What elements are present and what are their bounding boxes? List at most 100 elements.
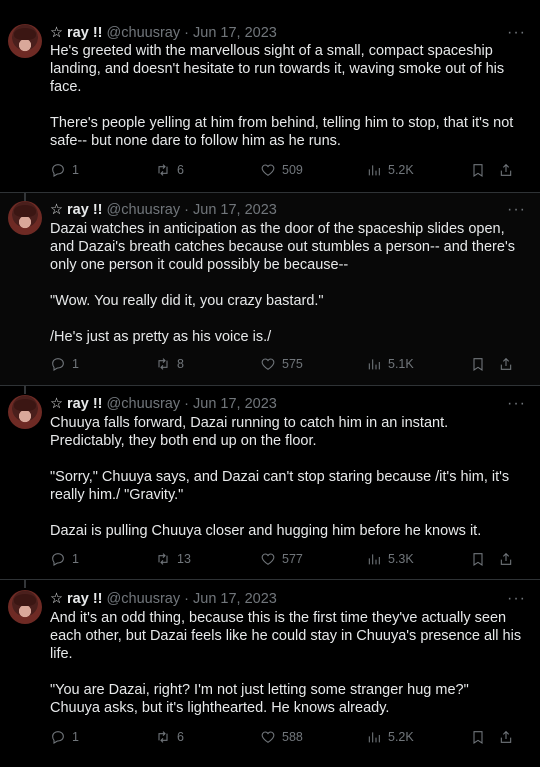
avatar[interactable] (8, 24, 42, 58)
tweet-3[interactable]: ☆ ray !! @chuusray · Jun 17, 2023 ··· Ch… (0, 386, 540, 580)
analytics-icon (368, 554, 380, 565)
repost-button[interactable]: 6 (155, 162, 184, 178)
tweet-text: Dazai watches in anticipation as the doo… (50, 220, 522, 346)
tweet-paragraph: "Wow. You really did it, you crazy basta… (50, 293, 324, 309)
tweet-header: ☆ ray !! @chuusray · Jun 17, 2023 (50, 590, 526, 608)
reply-icon (52, 553, 64, 566)
share-icon (500, 730, 512, 743)
views-button[interactable]: 5.1K (366, 356, 414, 372)
avatar[interactable] (8, 395, 42, 429)
like-count: 588 (282, 730, 303, 744)
reply-icon (52, 164, 64, 177)
reply-button[interactable]: 1 (50, 162, 79, 178)
reply-button[interactable]: 1 (50, 729, 79, 745)
analytics-icon (368, 359, 380, 370)
avatar[interactable] (8, 590, 42, 624)
view-count: 5.1K (388, 357, 414, 371)
handle[interactable]: @chuusray (107, 591, 181, 607)
repost-count: 6 (177, 730, 184, 744)
tweet-2[interactable]: ☆ ray !! @chuusray · Jun 17, 2023 ··· Da… (0, 193, 540, 386)
tweet-paragraph: "You are Dazai, right? I'm not just lett… (50, 682, 469, 716)
like-button[interactable]: 509 (260, 162, 303, 178)
separator-dot: · (184, 25, 189, 41)
display-name[interactable]: ☆ ray !! (50, 25, 103, 41)
share-button[interactable] (498, 729, 514, 745)
tweet-paragraph: Dazai is pulling Chuuya closer and huggi… (50, 523, 482, 539)
like-button[interactable]: 577 (260, 551, 303, 567)
timestamp[interactable]: Jun 17, 2023 (193, 202, 277, 218)
heart-icon (261, 358, 275, 370)
display-name[interactable]: ☆ ray !! (50, 591, 103, 607)
tweet-4[interactable]: ☆ ray !! @chuusray · Jun 17, 2023 ··· An… (0, 580, 540, 767)
handle[interactable]: @chuusray (107, 396, 181, 412)
more-options-icon[interactable]: ··· (507, 396, 526, 412)
reply-button[interactable]: 1 (50, 356, 79, 372)
heart-icon (261, 164, 275, 176)
reply-count: 1 (72, 552, 79, 566)
handle[interactable]: @chuusray (107, 25, 181, 41)
like-count: 575 (282, 357, 303, 371)
like-button[interactable]: 588 (260, 729, 303, 745)
reply-icon (52, 731, 64, 744)
bookmark-icon (473, 553, 483, 566)
bookmark-icon (473, 164, 483, 177)
share-icon (500, 552, 512, 565)
tweet-actions: 1 13 577 5.3K (50, 551, 528, 569)
timestamp[interactable]: Jun 17, 2023 (193, 591, 277, 607)
bookmark-button[interactable] (470, 356, 486, 372)
tweet-actions: 1 6 588 5.2K (50, 729, 528, 747)
reply-button[interactable]: 1 (50, 551, 79, 567)
tweet-paragraph: /He's just as pretty as his voice is./ (50, 329, 272, 345)
reply-count: 1 (72, 730, 79, 744)
more-options-icon[interactable]: ··· (507, 202, 526, 218)
repost-icon (158, 553, 168, 565)
share-button[interactable] (498, 356, 514, 372)
more-options-icon[interactable]: ··· (507, 591, 526, 607)
tweet-paragraph: Chuuya falls forward, Dazai running to c… (50, 415, 449, 449)
analytics-icon (368, 732, 380, 743)
repost-icon (158, 731, 168, 743)
tweet-header: ☆ ray !! @chuusray · Jun 17, 2023 (50, 201, 526, 219)
thread-connector (24, 386, 26, 394)
views-button[interactable]: 5.2K (366, 729, 414, 745)
timestamp[interactable]: Jun 17, 2023 (193, 396, 277, 412)
bookmark-button[interactable] (470, 162, 486, 178)
tweet-actions: 1 6 509 5.2K (50, 162, 528, 180)
repost-button[interactable]: 6 (155, 729, 184, 745)
view-count: 5.3K (388, 552, 414, 566)
thread-connector (24, 580, 26, 588)
tweet-text: Chuuya falls forward, Dazai running to c… (50, 414, 522, 540)
views-button[interactable]: 5.2K (366, 162, 414, 178)
thread-connector (24, 193, 26, 201)
like-button[interactable]: 575 (260, 356, 303, 372)
tweet-header: ☆ ray !! @chuusray · Jun 17, 2023 (50, 24, 526, 42)
share-button[interactable] (498, 551, 514, 567)
tweet-text: He's greeted with the marvellous sight o… (50, 42, 522, 150)
repost-button[interactable]: 8 (155, 356, 184, 372)
tweet-paragraph: There's people yelling at him from behin… (50, 115, 514, 149)
bookmark-button[interactable] (470, 729, 486, 745)
bookmark-button[interactable] (470, 551, 486, 567)
view-count: 5.2K (388, 163, 414, 177)
repost-icon (158, 164, 168, 176)
repost-count: 13 (177, 552, 191, 566)
tweet-actions: 1 8 575 5.1K (50, 356, 528, 374)
tweet-1[interactable]: ☆ ray !! @chuusray · Jun 17, 2023 ··· He… (0, 0, 540, 193)
tweet-header: ☆ ray !! @chuusray · Jun 17, 2023 (50, 395, 526, 413)
repost-button[interactable]: 13 (155, 551, 191, 567)
more-options-icon[interactable]: ··· (507, 25, 526, 41)
avatar[interactable] (8, 201, 42, 235)
share-icon (500, 163, 512, 176)
reply-count: 1 (72, 357, 79, 371)
display-name[interactable]: ☆ ray !! (50, 396, 103, 412)
bookmark-icon (473, 731, 483, 744)
timestamp[interactable]: Jun 17, 2023 (193, 25, 277, 41)
views-button[interactable]: 5.3K (366, 551, 414, 567)
share-button[interactable] (498, 162, 514, 178)
tweet-paragraph: And it's an odd thing, because this is t… (50, 610, 522, 662)
display-name[interactable]: ☆ ray !! (50, 202, 103, 218)
tweet-text: And it's an odd thing, because this is t… (50, 609, 522, 717)
repost-count: 8 (177, 357, 184, 371)
handle[interactable]: @chuusray (107, 202, 181, 218)
analytics-icon (368, 165, 380, 176)
